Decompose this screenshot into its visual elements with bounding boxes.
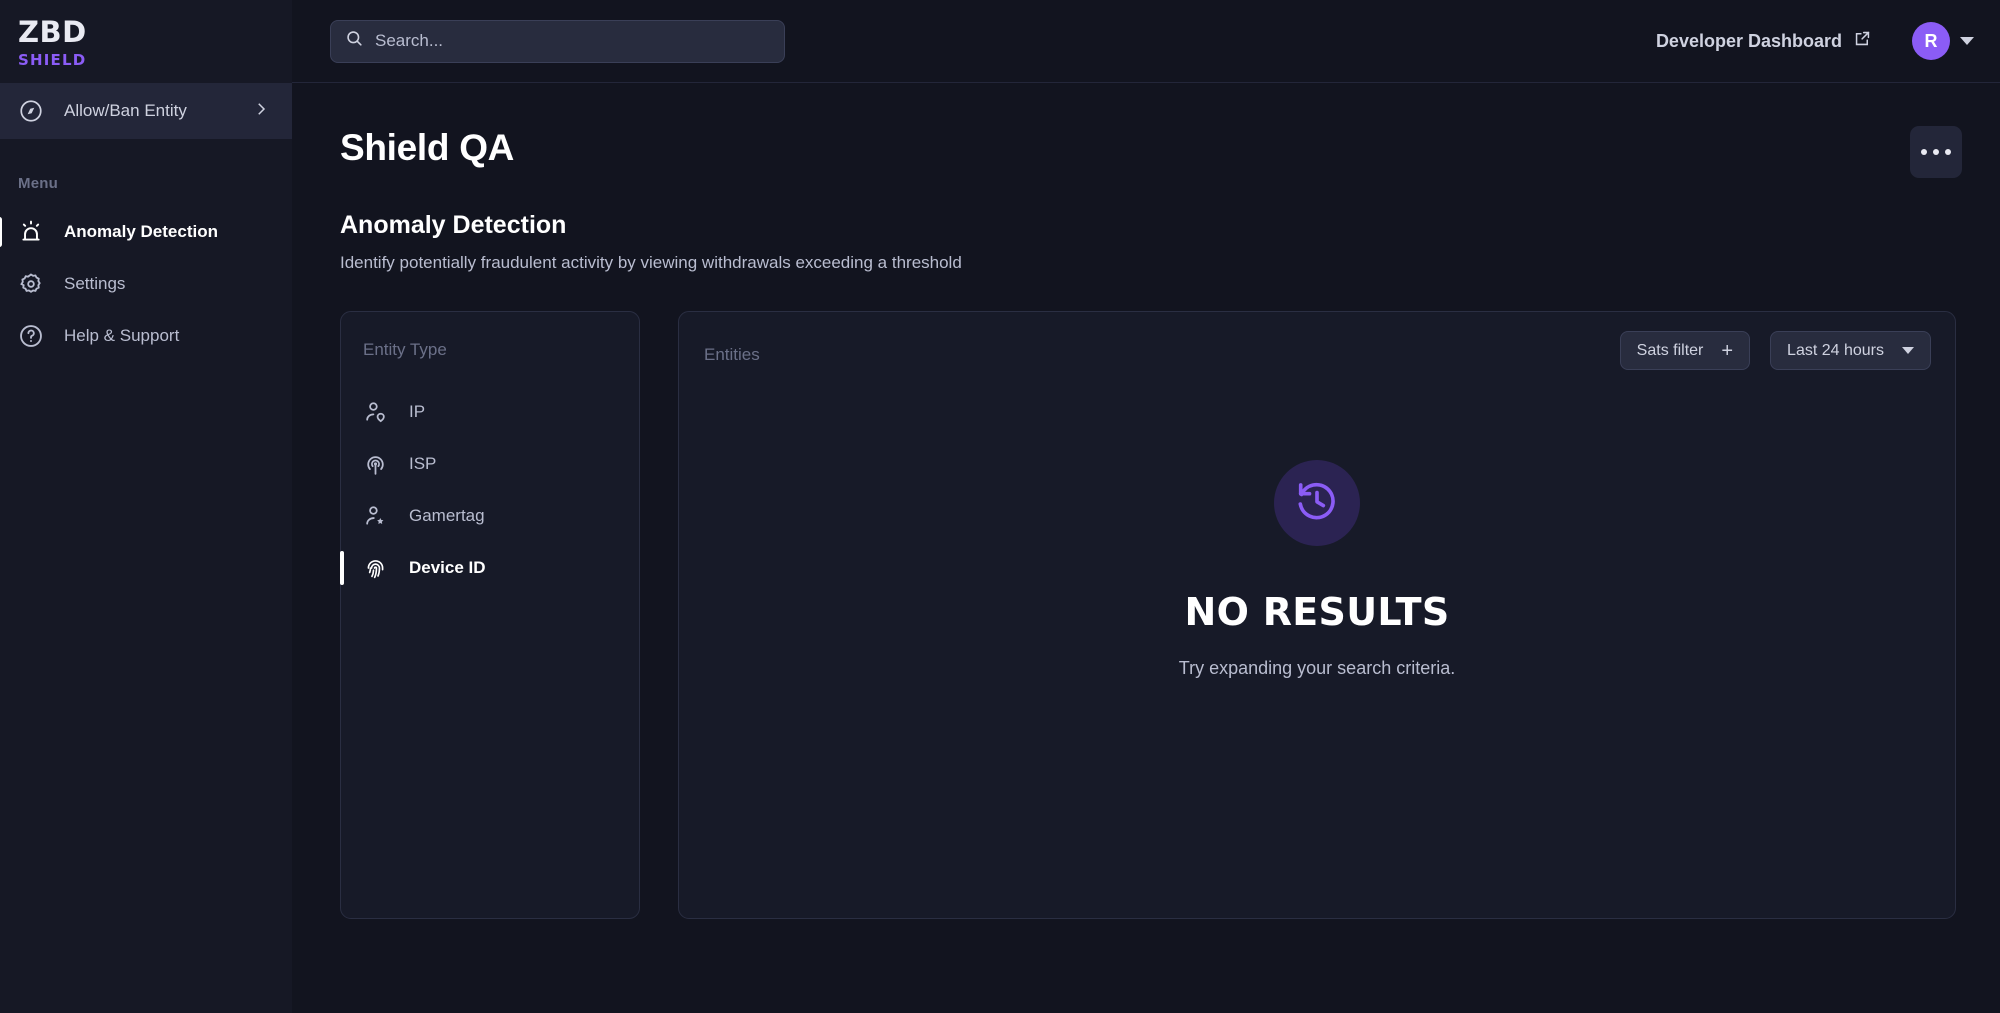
sidebar-item-settings[interactable]: Settings [0,258,292,310]
search-input[interactable]: Search... [330,19,785,63]
section-subtitle: Identify potentially fraudulent activity… [340,253,962,272]
gear-icon [18,271,48,297]
page-title: Shield QA [340,127,515,168]
empty-state-title: NO RESULTS [1184,590,1450,634]
entity-type-item-isp[interactable]: ISP [341,438,639,490]
chevron-down-icon [1902,347,1914,354]
question-circle-icon [18,323,48,349]
brand-logo[interactable]: ZBD SHIELD [0,0,292,83]
brand-name-primary: ZBD [18,15,87,49]
topbar-right-group: Developer Dashboard R [1656,22,1974,60]
sidebar-nav: Anomaly Detection Settings Help & Suppor… [0,206,292,362]
panels-row: Entity Type IP ISP Gamertag Device ID En… [340,311,1962,919]
entity-type-label: IP [409,402,426,421]
entities-panel: Entities Sats filter + Last 24 hours NO … [678,311,1956,919]
history-clock-icon [1294,478,1340,529]
fingerprint-icon [363,556,391,581]
user-location-icon [363,400,391,425]
chevron-right-icon [252,100,270,123]
compass-icon [18,98,48,124]
entity-type-item-ip[interactable]: IP [341,386,639,438]
sidebar-item-label: Help & Support [64,326,180,345]
entity-type-header: Entity Type [363,340,447,359]
ellipsis-icon [1921,149,1927,155]
search-placeholder: Search... [375,31,444,50]
more-options-button[interactable] [1910,126,1962,178]
brand-name-secondary: SHIELD [18,51,87,69]
entities-filters: Sats filter + Last 24 hours [1619,331,1931,370]
menu-section-label: Menu [18,175,58,192]
sidebar-item-anomaly-detection[interactable]: Anomaly Detection [0,206,292,258]
ellipsis-icon [1933,149,1939,155]
empty-state: NO RESULTS Try expanding your search cri… [679,460,1955,679]
ellipsis-icon [1945,149,1951,155]
external-link-icon [1853,29,1872,53]
app-root: ZBD SHIELD Allow/Ban Entity Menu Anomaly… [0,0,2000,1013]
signal-tower-icon [363,452,391,477]
entity-type-label: Device ID [409,558,486,577]
allow-ban-entity-label: Allow/Ban Entity [64,101,187,120]
entities-header-row: Entities Sats filter + Last 24 hours [679,312,1955,370]
sidebar-item-allow-ban-entity[interactable]: Allow/Ban Entity [0,83,292,139]
alarm-light-icon [18,219,48,245]
plus-icon: + [1721,339,1734,362]
developer-dashboard-link[interactable]: Developer Dashboard [1656,29,1872,53]
entities-header: Entities [704,344,760,364]
page-content: Shield QA Anomaly Detection Identify pot… [292,83,2000,919]
entity-type-panel: Entity Type IP ISP Gamertag Device ID [340,311,640,919]
avatar: R [1912,22,1950,60]
entity-type-item-gamertag[interactable]: Gamertag [341,490,639,542]
sats-filter-label: Sats filter [1636,341,1704,359]
sidebar-item-help-support[interactable]: Help & Support [0,310,292,362]
main-area: Search... Developer Dashboard R Shield Q… [292,0,2000,1013]
search-icon [345,29,364,53]
user-star-icon [363,504,391,529]
user-menu[interactable]: R [1912,22,1974,60]
top-bar: Search... Developer Dashboard R [292,0,2000,83]
empty-state-icon-circle [1274,460,1360,546]
empty-state-subtitle: Try expanding your search criteria. [1178,658,1456,678]
sidebar-item-label: Settings [64,274,126,293]
chevron-down-icon [1960,37,1974,45]
developer-dashboard-label: Developer Dashboard [1655,30,1842,51]
entity-type-label: Gamertag [409,506,485,525]
entity-type-item-device-id[interactable]: Device ID [340,542,639,594]
entity-type-list: IP ISP Gamertag Device ID [340,386,639,594]
section-title: Anomaly Detection [340,211,567,239]
sats-filter-button[interactable]: Sats filter + [1619,331,1751,370]
entity-type-label: ISP [409,454,437,473]
time-range-label: Last 24 hours [1787,341,1884,359]
sidebar-item-label: Anomaly Detection [64,222,218,241]
time-range-filter-button[interactable]: Last 24 hours [1770,331,1931,370]
sidebar: ZBD SHIELD Allow/Ban Entity Menu Anomaly… [0,0,292,1013]
